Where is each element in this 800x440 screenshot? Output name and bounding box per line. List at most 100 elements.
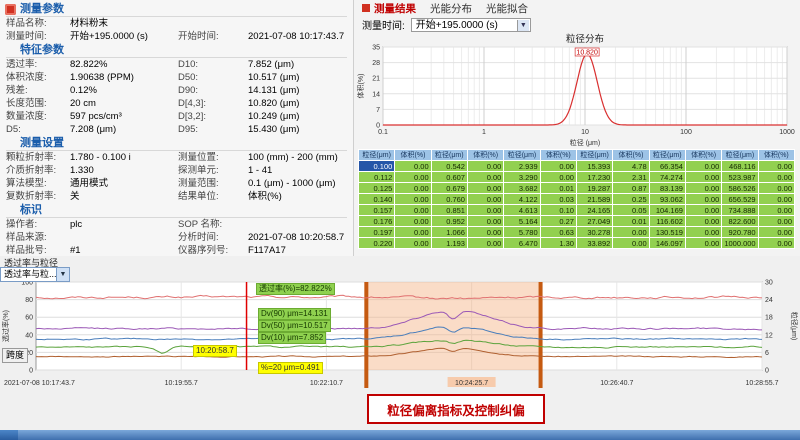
table-cell[interactable]: 0.679: [431, 183, 467, 194]
table-cell[interactable]: 0.00: [685, 216, 721, 227]
table-cell[interactable]: 4.78: [613, 161, 649, 172]
table-cell[interactable]: 0.00: [395, 238, 431, 249]
table-cell[interactable]: 0.00: [758, 238, 794, 249]
table-cell[interactable]: 30.278: [576, 227, 612, 238]
table-cell[interactable]: 0.140: [359, 194, 395, 205]
tab-light-energy-distribution[interactable]: 光能分布: [430, 1, 472, 16]
span-button[interactable]: 跨度: [2, 348, 28, 363]
table-cell[interactable]: 2.939: [504, 161, 540, 172]
table-cell[interactable]: 5.780: [504, 227, 540, 238]
table-cell[interactable]: 0.157: [359, 205, 395, 216]
table-cell[interactable]: 0.607: [431, 172, 467, 183]
table-cell[interactable]: 0.00: [395, 205, 431, 216]
table-cell[interactable]: 0.00: [758, 172, 794, 183]
table-cell[interactable]: 0.00: [467, 227, 503, 238]
table-cell[interactable]: 523.987: [722, 172, 758, 183]
table-cell[interactable]: 0.197: [359, 227, 395, 238]
table-cell[interactable]: 130.519: [649, 227, 685, 238]
table-cell[interactable]: 33.892: [576, 238, 612, 249]
table-cell[interactable]: 0.00: [685, 194, 721, 205]
table-cell[interactable]: 83.139: [649, 183, 685, 194]
table-cell[interactable]: 0.00: [395, 227, 431, 238]
table-cell[interactable]: 0.851: [431, 205, 467, 216]
table-cell[interactable]: 0.00: [685, 238, 721, 249]
table-cell[interactable]: 586.526: [722, 183, 758, 194]
table-cell[interactable]: 0.63: [540, 227, 576, 238]
table-cell[interactable]: 0.760: [431, 194, 467, 205]
table-cell[interactable]: 74.274: [649, 172, 685, 183]
table-cell[interactable]: 0.125: [359, 183, 395, 194]
trend-view-combo[interactable]: 透过率与粒... ▼: [0, 267, 70, 282]
table-cell[interactable]: 0.01: [613, 216, 649, 227]
table-cell[interactable]: 2.31: [613, 172, 649, 183]
table-cell[interactable]: 822.600: [722, 216, 758, 227]
table-cell[interactable]: 0.00: [395, 172, 431, 183]
table-cell[interactable]: 0.00: [467, 238, 503, 249]
table-cell[interactable]: 0.00: [758, 183, 794, 194]
table-cell[interactable]: 0.00: [540, 172, 576, 183]
table-cell[interactable]: 0.87: [613, 183, 649, 194]
table-cell[interactable]: 1.066: [431, 227, 467, 238]
chevron-down-icon[interactable]: ▼: [56, 268, 69, 281]
table-cell[interactable]: 24.165: [576, 205, 612, 216]
table-cell[interactable]: 0.00: [613, 227, 649, 238]
table-cell[interactable]: 0.27: [540, 216, 576, 227]
table-cell[interactable]: 468.116: [722, 161, 758, 172]
table-cell[interactable]: 0.00: [685, 161, 721, 172]
table-cell[interactable]: 0.00: [685, 172, 721, 183]
table-cell[interactable]: 17.230: [576, 172, 612, 183]
table-cell[interactable]: 93.062: [649, 194, 685, 205]
table-cell[interactable]: 19.287: [576, 183, 612, 194]
table-cell[interactable]: 920.780: [722, 227, 758, 238]
table-cell[interactable]: 0.00: [758, 216, 794, 227]
table-cell[interactable]: 3.682: [504, 183, 540, 194]
table-cell[interactable]: 0.00: [395, 216, 431, 227]
table-cell[interactable]: 0.00: [467, 205, 503, 216]
table-cell[interactable]: 656.529: [722, 194, 758, 205]
table-cell[interactable]: 0.00: [540, 161, 576, 172]
table-cell[interactable]: 0.05: [613, 205, 649, 216]
table-cell[interactable]: 0.00: [467, 194, 503, 205]
table-cell[interactable]: 0.00: [467, 161, 503, 172]
table-cell[interactable]: 0.542: [431, 161, 467, 172]
table-cell[interactable]: 0.00: [758, 161, 794, 172]
table-cell[interactable]: 66.354: [649, 161, 685, 172]
table-cell[interactable]: 0.00: [467, 216, 503, 227]
table-cell[interactable]: 0.25: [613, 194, 649, 205]
table-cell[interactable]: 5.164: [504, 216, 540, 227]
table-cell[interactable]: 0.03: [540, 194, 576, 205]
table-cell[interactable]: 146.097: [649, 238, 685, 249]
measure-time-select[interactable]: 开始+195.0000 (s) ▼: [411, 18, 531, 32]
table-cell[interactable]: 0.100: [359, 161, 395, 172]
table-cell[interactable]: 0.00: [613, 238, 649, 249]
table-cell[interactable]: 0.00: [685, 227, 721, 238]
table-cell[interactable]: 0.220: [359, 238, 395, 249]
taskbar-start-button[interactable]: [0, 430, 18, 440]
table-cell[interactable]: 0.00: [758, 205, 794, 216]
table-cell[interactable]: 0.00: [395, 194, 431, 205]
table-cell[interactable]: 1.30: [540, 238, 576, 249]
table-cell[interactable]: 0.00: [758, 194, 794, 205]
taskbar[interactable]: [0, 430, 800, 440]
table-cell[interactable]: 0.00: [467, 172, 503, 183]
table-cell[interactable]: 734.888: [722, 205, 758, 216]
table-cell[interactable]: 104.169: [649, 205, 685, 216]
table-cell[interactable]: 0.00: [395, 183, 431, 194]
table-cell[interactable]: 1000.000: [722, 238, 758, 249]
chevron-down-icon[interactable]: ▼: [517, 20, 529, 31]
table-cell[interactable]: 0.10: [540, 205, 576, 216]
table-cell[interactable]: 4.122: [504, 194, 540, 205]
table-cell[interactable]: 0.176: [359, 216, 395, 227]
table-cell[interactable]: 0.952: [431, 216, 467, 227]
table-cell[interactable]: 0.112: [359, 172, 395, 183]
table-cell[interactable]: 21.589: [576, 194, 612, 205]
table-cell[interactable]: 4.613: [504, 205, 540, 216]
table-cell[interactable]: 3.290: [504, 172, 540, 183]
table-cell[interactable]: 1.193: [431, 238, 467, 249]
table-cell[interactable]: 0.00: [467, 183, 503, 194]
table-cell[interactable]: 27.049: [576, 216, 612, 227]
table-cell[interactable]: 0.00: [685, 205, 721, 216]
table-cell[interactable]: 116.602: [649, 216, 685, 227]
table-cell[interactable]: 0.00: [395, 161, 431, 172]
table-cell[interactable]: 6.470: [504, 238, 540, 249]
